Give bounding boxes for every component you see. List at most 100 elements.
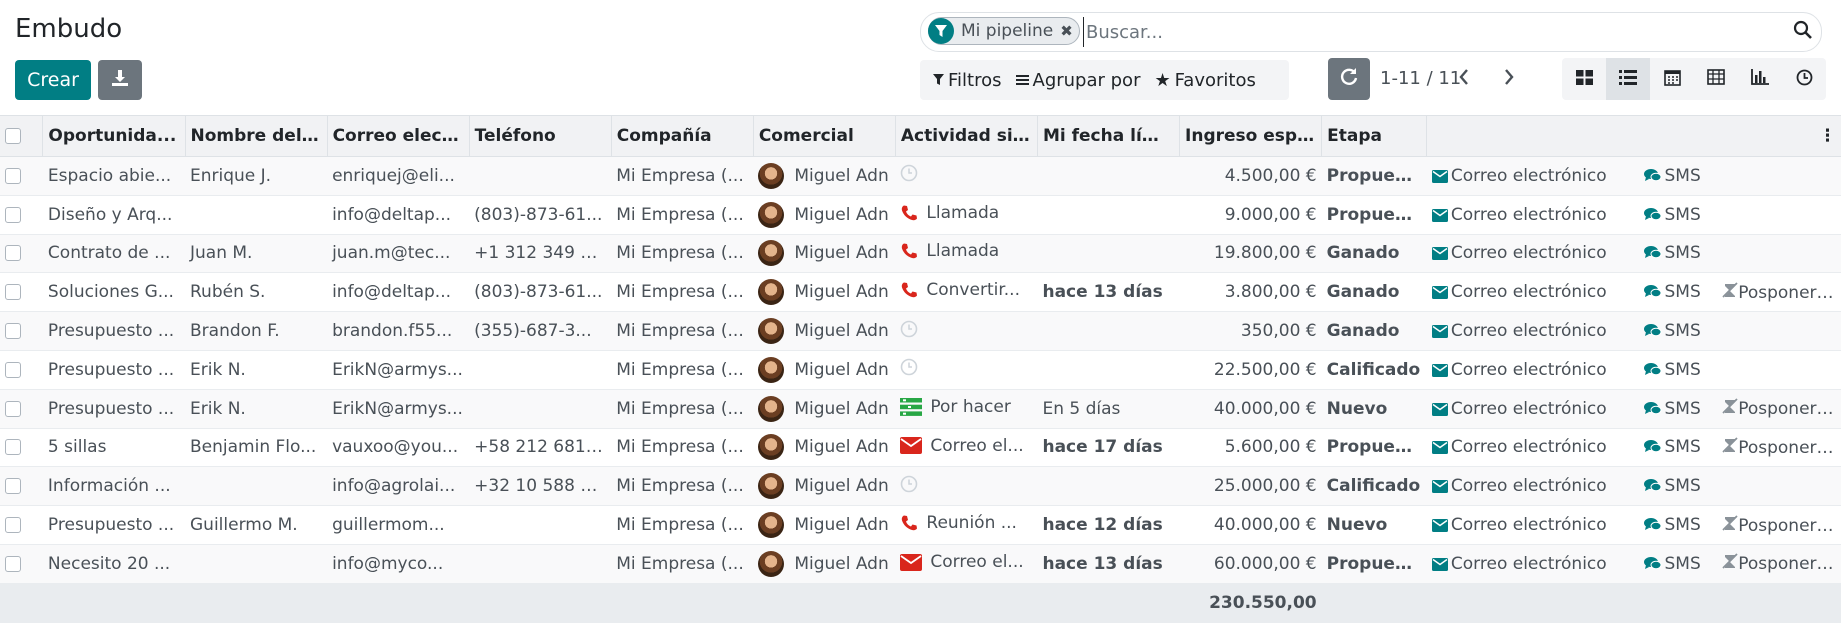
table-row[interactable]: Contrato de ... Juan M. juan.m@tec... +1 31… [0, 234, 1841, 274]
activity-cell[interactable]: Correo el... [895, 544, 1038, 584]
clock-icon[interactable] [900, 320, 918, 338]
list-view-button[interactable] [1606, 58, 1650, 100]
refresh-button[interactable] [1328, 58, 1370, 100]
pager-value[interactable]: 1-11 / 11 [1380, 68, 1461, 89]
table-row[interactable]: 5 sillas Benjamin Flo... vauxoo@you... +58 … [0, 428, 1841, 468]
table-row[interactable]: Diseño y Arq... info@deltap... (803)-873-6… [0, 195, 1841, 235]
sms-action-button[interactable]: SMS [1638, 195, 1718, 235]
activity-cell[interactable] [895, 156, 1038, 196]
tasks-icon[interactable] [900, 397, 923, 416]
column-header[interactable]: Ingreso esp... [1179, 115, 1323, 157]
kanban-view-button[interactable] [1562, 58, 1606, 100]
email-action-button[interactable]: Correo electrónico [1426, 234, 1639, 274]
more-vertical-icon[interactable]: ⋮ [1819, 126, 1836, 146]
filters-button[interactable]: Filtros [933, 70, 1002, 91]
table-row[interactable]: Espacio abie... Enrique J. enriquej@eli...… [0, 156, 1841, 196]
email-action-button[interactable]: Correo electrónico [1426, 544, 1639, 584]
activity-cell[interactable] [895, 466, 1038, 507]
table-row[interactable]: Información ... info@agrolai... +32 10 588… [0, 466, 1841, 507]
email-action-button[interactable]: Correo electrónico [1426, 505, 1639, 545]
row-checkbox[interactable] [0, 311, 43, 351]
snooze-action-button[interactable]: Posponer 7d [1717, 272, 1841, 313]
table-row[interactable]: Presupuesto ... Guillermo M. guillermom...… [0, 505, 1841, 545]
select-all-checkbox[interactable] [0, 115, 44, 157]
sms-action-button[interactable]: SMS [1638, 544, 1718, 584]
download-button[interactable] [98, 60, 142, 100]
snooze-action-button[interactable]: Posponer 7d [1717, 505, 1841, 545]
sms-action-button[interactable]: SMS [1638, 272, 1718, 313]
row-checkbox[interactable] [0, 544, 43, 584]
clock-icon[interactable] [900, 358, 918, 376]
row-checkbox[interactable] [0, 272, 43, 313]
row-checkbox[interactable] [0, 389, 43, 429]
table-row[interactable]: Presupuesto ... Erik N. ErikN@armys... Mi E… [0, 350, 1841, 390]
sms-action-button[interactable]: SMS [1638, 466, 1718, 507]
sms-action-button[interactable]: SMS [1638, 311, 1718, 351]
column-header[interactable]: Teléfono [469, 115, 612, 157]
email-action-button[interactable]: Correo electrónico [1426, 466, 1639, 507]
column-header[interactable]: Mi fecha lími... [1037, 115, 1181, 157]
activity-cell[interactable]: Llamada [895, 195, 1038, 235]
sms-action-button[interactable]: SMS [1638, 350, 1718, 390]
row-checkbox[interactable] [0, 466, 43, 507]
snooze-action-button[interactable]: Posponer 7d [1717, 544, 1841, 584]
envelope-icon[interactable] [900, 437, 923, 455]
clock-icon[interactable] [900, 164, 918, 182]
email-action-button[interactable]: Correo electrónico [1426, 311, 1639, 351]
sms-action-button[interactable]: SMS [1638, 156, 1718, 196]
column-header[interactable]: Comercial [753, 115, 896, 157]
clock-icon[interactable] [900, 475, 918, 493]
sms-action-button[interactable]: SMS [1638, 234, 1718, 274]
column-header[interactable]: Etapa [1321, 115, 1428, 157]
chevron-right-icon[interactable] [1503, 68, 1515, 90]
activity-cell[interactable] [895, 311, 1038, 351]
graph-view-button[interactable] [1738, 58, 1782, 100]
email-action-button[interactable]: Correo electrónico [1426, 272, 1639, 313]
table-row[interactable]: Necesito 20 ... info@myco... Mi Empresa (.… [0, 544, 1841, 584]
email-action-button[interactable]: Correo electrónico [1426, 428, 1639, 468]
activity-cell[interactable]: Por hacer [895, 389, 1038, 429]
activity-view-button[interactable] [1782, 58, 1826, 100]
phone-icon[interactable] [900, 281, 918, 299]
calendar-view-button[interactable] [1650, 58, 1694, 100]
row-checkbox[interactable] [0, 350, 43, 390]
sms-action-button[interactable]: SMS [1638, 389, 1718, 429]
envelope-icon[interactable] [900, 553, 923, 571]
groupby-button[interactable]: Agrupar por [1015, 70, 1140, 91]
column-header-options[interactable]: ⋮ [1717, 115, 1841, 157]
pivot-view-button[interactable] [1694, 58, 1738, 100]
email-action-button[interactable]: Correo electrónico [1426, 195, 1639, 235]
close-icon[interactable]: ✖ [1060, 22, 1073, 40]
column-header[interactable]: Compañía [611, 115, 754, 157]
column-header[interactable]: Oportunida... [42, 115, 186, 157]
row-checkbox[interactable] [0, 505, 43, 545]
create-button[interactable]: Crear [15, 60, 91, 100]
table-row[interactable]: Presupuesto ... Brandon F. brandon.f55...(… [0, 311, 1841, 351]
row-checkbox[interactable] [0, 234, 43, 274]
search-input[interactable] [1083, 17, 1778, 47]
activity-cell[interactable]: Correo el... [895, 428, 1038, 468]
phone-icon[interactable] [900, 242, 918, 260]
search-facet[interactable]: Mi pipeline ✖ [928, 17, 1080, 45]
activity-cell[interactable]: Convertir... [895, 272, 1038, 313]
chevron-left-icon[interactable] [1458, 68, 1470, 90]
column-header[interactable]: Correo elect... [327, 115, 470, 157]
snooze-action-button[interactable]: Posponer 7d [1717, 428, 1841, 468]
row-checkbox[interactable] [0, 428, 43, 468]
column-header[interactable]: Nombre del ... [185, 115, 328, 157]
activity-cell[interactable] [895, 350, 1038, 390]
activity-cell[interactable]: Reunión ... [895, 505, 1038, 545]
favorites-button[interactable]: ★ Favoritos [1154, 70, 1255, 91]
activity-cell[interactable]: Llamada [895, 234, 1038, 274]
row-checkbox[interactable] [0, 156, 43, 196]
snooze-action-button[interactable]: Posponer 7d [1717, 389, 1841, 429]
sms-action-button[interactable]: SMS [1638, 428, 1718, 468]
phone-icon[interactable] [900, 204, 918, 222]
email-action-button[interactable]: Correo electrónico [1426, 350, 1639, 390]
column-header[interactable]: Actividad si... [895, 115, 1038, 157]
sms-action-button[interactable]: SMS [1638, 505, 1718, 545]
search-icon[interactable] [1793, 20, 1813, 44]
row-checkbox[interactable] [0, 195, 43, 235]
phone-icon[interactable] [900, 514, 918, 532]
table-row[interactable]: Presupuesto ... Erik N. ErikN@armys... Mi E… [0, 389, 1841, 429]
